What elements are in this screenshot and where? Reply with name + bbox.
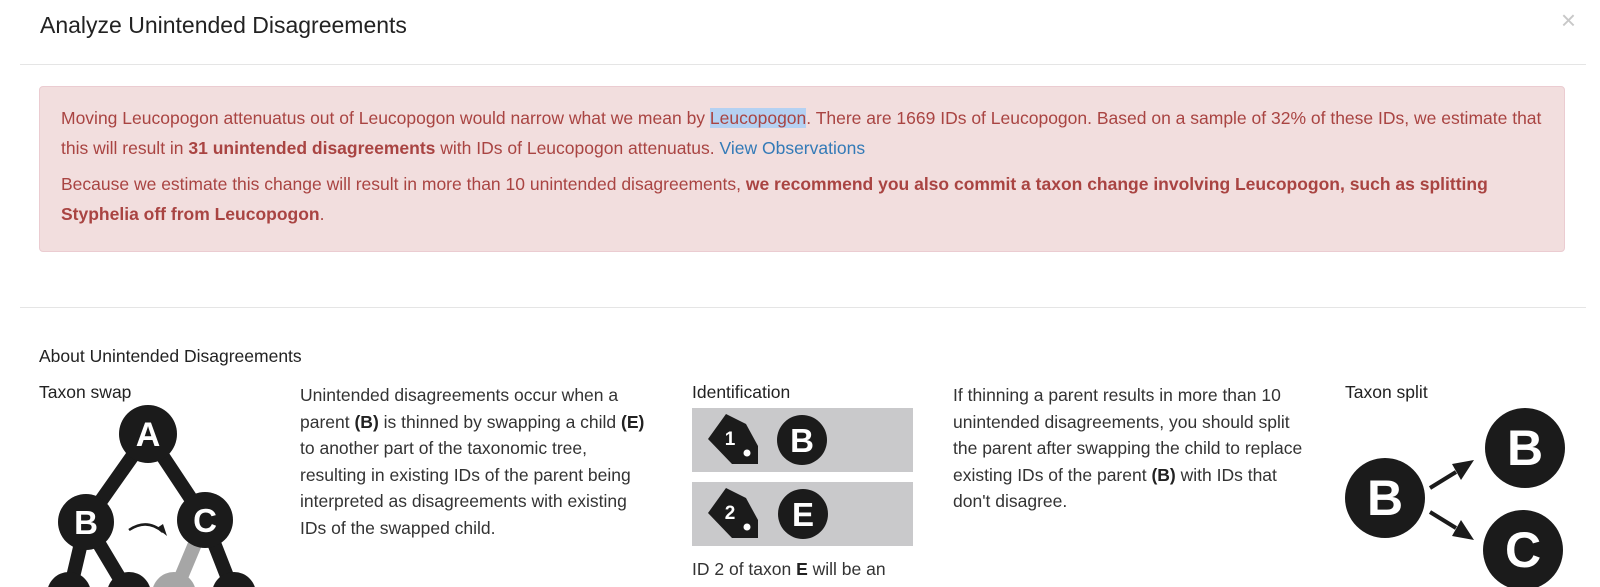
svg-text:2: 2 [725,503,736,524]
identification-card-2: 2 E [692,482,913,546]
arrow-up-right-icon [1428,460,1474,490]
view-observations-link[interactable]: View Observations [720,138,866,158]
selected-text: Leucopogon [709,108,807,128]
svg-text:1: 1 [725,429,736,450]
taxon-swap-diagram: A B C [48,405,255,587]
svg-text:B: B [1507,420,1543,476]
id-tag-1-icon: 1 B [708,414,827,465]
modal-title: Analyze Unintended Disagreements [40,12,407,38]
warning-alert: Moving Leucopogon attenuatus out of Leuc… [39,86,1565,252]
modal-dialog: Analyze Unintended Disagreements × Movin… [0,0,1600,587]
modal-header: Analyze Unintended Disagreements × [20,0,1586,65]
about-title: About Unintended Disagreements [39,346,302,366]
identification-caption: ID 2 of taxon E will be an [692,559,886,579]
identification-card-1: 1 B [692,408,913,472]
thinning-advice: If thinning a parent results in more tha… [953,385,1303,511]
arrow-down-right-icon [1428,510,1474,540]
svg-text:B: B [790,422,814,459]
taxon-split-diagram: B B C [1345,408,1565,587]
section-divider [20,307,1586,308]
identification-heading: Identification [692,382,791,402]
svg-text:C: C [1505,522,1541,578]
taxon-split-heading: Taxon split [1345,382,1428,402]
svg-text:E: E [792,496,814,533]
svg-text:B: B [1367,470,1403,526]
alert-paragraph-estimate: Moving Leucopogon attenuatus out of Leuc… [61,108,1542,158]
close-button[interactable]: × [1561,6,1576,34]
taxon-swap-heading: Taxon swap [39,382,132,402]
alert-paragraph-recommendation: Because we estimate this change will res… [61,174,1488,224]
node-c-label: C [193,502,217,539]
disagreement-count: 31 unintended disagreements [188,138,436,158]
id-tag-2-icon: 2 E [708,488,828,539]
unintended-description: Unintended disagreements occur when a pa… [300,385,645,538]
node-a-label: A [136,416,161,454]
node-b-label: B [74,504,98,541]
